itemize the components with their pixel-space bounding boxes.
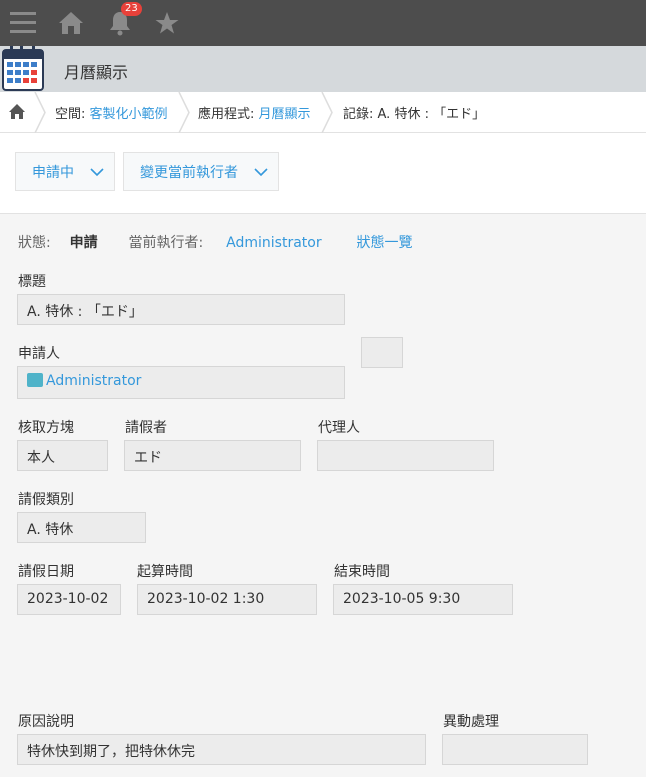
status-action-label: 申請中	[32, 164, 74, 181]
breadcrumb-space-link[interactable]: 客製化小範例	[90, 107, 168, 122]
assignee-label: 當前執行者:	[128, 235, 204, 251]
breadcrumb-separator	[178, 92, 190, 133]
breadcrumb-app-link[interactable]: 月曆顯示	[259, 107, 311, 122]
change-handling-label: 異動處理	[443, 714, 499, 730]
notification-bell-icon[interactable]: 23	[105, 2, 142, 38]
notification-count-badge: 23	[121, 2, 142, 16]
end-time-label: 結束時間	[334, 564, 390, 580]
home-icon[interactable]	[56, 8, 86, 38]
requester-field: エド	[124, 440, 301, 471]
breadcrumb-record: 記錄: A. 特休 : 「エド」	[343, 107, 486, 122]
app-title: 月曆顯示	[64, 63, 129, 82]
breadcrumb-space: 空間: 客製化小範例	[55, 103, 168, 122]
leave-date-label: 請假日期	[18, 564, 74, 580]
leave-date-field: 2023-10-02	[17, 584, 121, 615]
start-time-label: 起算時間	[137, 564, 193, 580]
status-value: 申請	[69, 235, 98, 251]
user-icon	[27, 373, 43, 387]
change-assignee-label: 變更當前執行者	[140, 164, 238, 181]
proxy-label: 代理人	[318, 420, 360, 436]
chevron-down-icon	[90, 168, 104, 177]
reason-label: 原因說明	[18, 714, 74, 730]
top-navigation-bar: 23	[0, 0, 646, 46]
end-time-field: 2023-10-05 9:30	[333, 584, 513, 615]
breadcrumb-separator	[321, 92, 333, 133]
start-time-field: 2023-10-02 1:30	[137, 584, 317, 615]
status-history-link[interactable]: 狀態一覽	[357, 235, 413, 251]
breadcrumb-separator	[34, 92, 46, 133]
checkbox-label: 核取方塊	[18, 420, 74, 436]
breadcrumb-app-prefix: 應用程式:	[198, 107, 259, 122]
app-header: 月曆顯示	[0, 46, 646, 92]
reason-field: 特休快到期了，把特休休完	[17, 734, 426, 765]
status-label: 狀態:	[18, 235, 51, 251]
leave-type-label: 請假類別	[18, 492, 74, 508]
breadcrumb-home-icon[interactable]	[8, 103, 26, 121]
checkbox-field: 本人	[17, 440, 108, 471]
chevron-down-icon	[254, 168, 268, 177]
breadcrumb-app: 應用程式: 月曆顯示	[198, 103, 311, 122]
menu-icon[interactable]	[8, 8, 38, 38]
proxy-field	[317, 440, 494, 471]
assignee-link[interactable]: Administrator	[226, 235, 321, 251]
calendar-app-icon	[2, 46, 44, 92]
change-assignee-button[interactable]: 變更當前執行者	[123, 152, 279, 191]
breadcrumb: 空間: 客製化小範例 應用程式: 月曆顯示 記錄: A. 特休 : 「エド」	[0, 92, 646, 133]
change-handling-field	[442, 734, 588, 765]
applicant-field: Administrator	[17, 366, 345, 399]
applicant-label: 申請人	[18, 346, 60, 362]
action-bar: 申請中 變更當前執行者	[0, 133, 646, 214]
applicant-link[interactable]: Administrator	[46, 373, 141, 389]
status-action-button[interactable]: 申請中	[15, 152, 115, 191]
requester-label: 請假者	[125, 420, 167, 436]
star-icon[interactable]	[152, 8, 182, 38]
leave-type-field: A. 特休	[17, 512, 146, 543]
title-label: 標題	[18, 274, 46, 290]
title-field: A. 特休 : 「エド」	[17, 294, 345, 325]
attachment-field	[361, 337, 403, 368]
breadcrumb-space-prefix: 空間:	[55, 107, 90, 122]
status-row: 狀態: 申請 當前執行者: Administrator 狀態一覽	[18, 232, 413, 252]
